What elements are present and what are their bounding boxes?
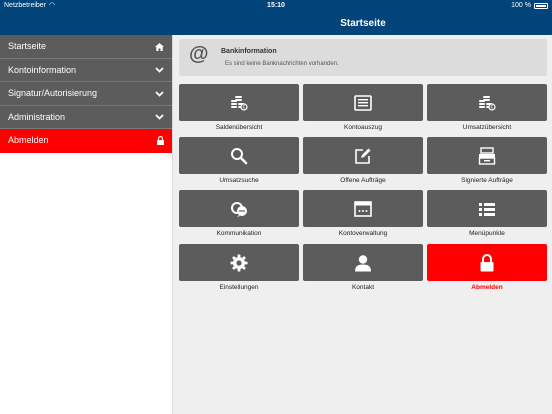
sidebar-item-label: Signatur/Autorisierung [8, 88, 98, 98]
tile-label: Menüpunkte [469, 230, 505, 237]
svg-text:€: € [491, 104, 494, 109]
status-bar: Netzbetreiber ◠ 15:10 100 % [0, 0, 552, 12]
chevron-down-icon[interactable] [155, 59, 164, 83]
coins-icon: € [230, 95, 248, 111]
tile-offene-auftraege[interactable] [303, 137, 423, 174]
search-icon [230, 147, 248, 165]
sidebar-item-signatur[interactable]: Signatur/Autorisierung [0, 82, 172, 106]
tile-abmelden[interactable] [427, 244, 547, 281]
sidebar-item-startseite[interactable]: Startseite [0, 35, 172, 59]
gear-icon [230, 254, 248, 272]
tile-label: Kommunikation [216, 230, 262, 237]
tile-label: Kontoauszug [344, 124, 382, 131]
sidebar-item-label: Kontoinformation [8, 64, 77, 75]
edit-icon [354, 147, 372, 165]
tile-label: Signierte Aufträge [461, 177, 513, 184]
sidebar-item-label: Startseite [8, 41, 47, 51]
sidebar-item-label: Administration [8, 111, 66, 122]
sidebar-item-kontoinformation[interactable]: Kontoinformation [0, 58, 172, 83]
window-icon [354, 200, 372, 217]
tile-umsatzuebersicht[interactable]: € [427, 84, 547, 121]
sidebar-item-label: Abmelden [8, 135, 49, 145]
chat-icon [230, 200, 248, 218]
tile-umsatzsuche[interactable] [179, 137, 299, 174]
tile-label: Kontoverwaltung [338, 230, 388, 237]
home-icon [155, 35, 164, 59]
tile-einstellungen[interactable] [179, 244, 299, 281]
page-title: Startseite [340, 18, 386, 29]
sidebar: Startseite Kontoinformation Signatur/Aut… [0, 35, 173, 414]
tile-label: Umsatzsuche [219, 177, 259, 184]
lock-icon [157, 129, 164, 153]
tile-saldenuebersicht[interactable]: € [179, 84, 299, 121]
tile-label: Offene Aufträge [340, 177, 386, 184]
battery-indicator: 100 % [511, 0, 548, 12]
bank-info-message: Es sind keine Banknachrichten vorhanden. [225, 61, 339, 67]
main-content: @ Bankinformation Es sind keine Banknach… [174, 35, 552, 414]
bank-info-panel[interactable]: @ Bankinformation Es sind keine Banknach… [179, 39, 547, 76]
archive-icon [478, 146, 496, 165]
tile-kontoauszug[interactable] [303, 84, 423, 121]
bank-info-title: Bankinformation [221, 48, 277, 55]
tile-label: Kontakt [351, 284, 375, 291]
at-icon: @ [189, 43, 209, 65]
battery-icon [534, 3, 548, 9]
lock-icon [480, 253, 494, 272]
app-root: Netzbetreiber ◠ 15:10 100 % Startseite St… [0, 0, 552, 414]
tile-kommunikation[interactable] [179, 190, 299, 227]
clock: 15:10 [267, 2, 285, 9]
tile-kontakt[interactable] [303, 244, 423, 281]
sidebar-item-abmelden[interactable]: Abmelden [0, 129, 172, 153]
tile-label: Saldenübersicht [215, 124, 263, 131]
battery-text: 100 % [511, 2, 531, 9]
svg-text:€: € [243, 104, 246, 109]
tile-label: Abmelden [471, 284, 503, 291]
tile-label: Einstellungen [219, 284, 259, 291]
person-icon [354, 254, 372, 272]
sidebar-item-administration[interactable]: Administration [0, 105, 172, 130]
coins-icon: € [478, 95, 496, 111]
chevron-down-icon[interactable] [155, 82, 164, 106]
tile-kontoverwaltung[interactable] [303, 190, 423, 227]
chevron-down-icon[interactable] [155, 106, 164, 130]
list-icon [478, 201, 496, 217]
tile-label: Umsatzübersicht [462, 124, 512, 131]
top-bar: Netzbetreiber ◠ 15:10 100 % Startseite [0, 0, 552, 35]
tile-signierte-auftraege[interactable] [427, 137, 547, 174]
statement-icon [354, 94, 372, 111]
tile-menuepunkte[interactable] [427, 190, 547, 227]
